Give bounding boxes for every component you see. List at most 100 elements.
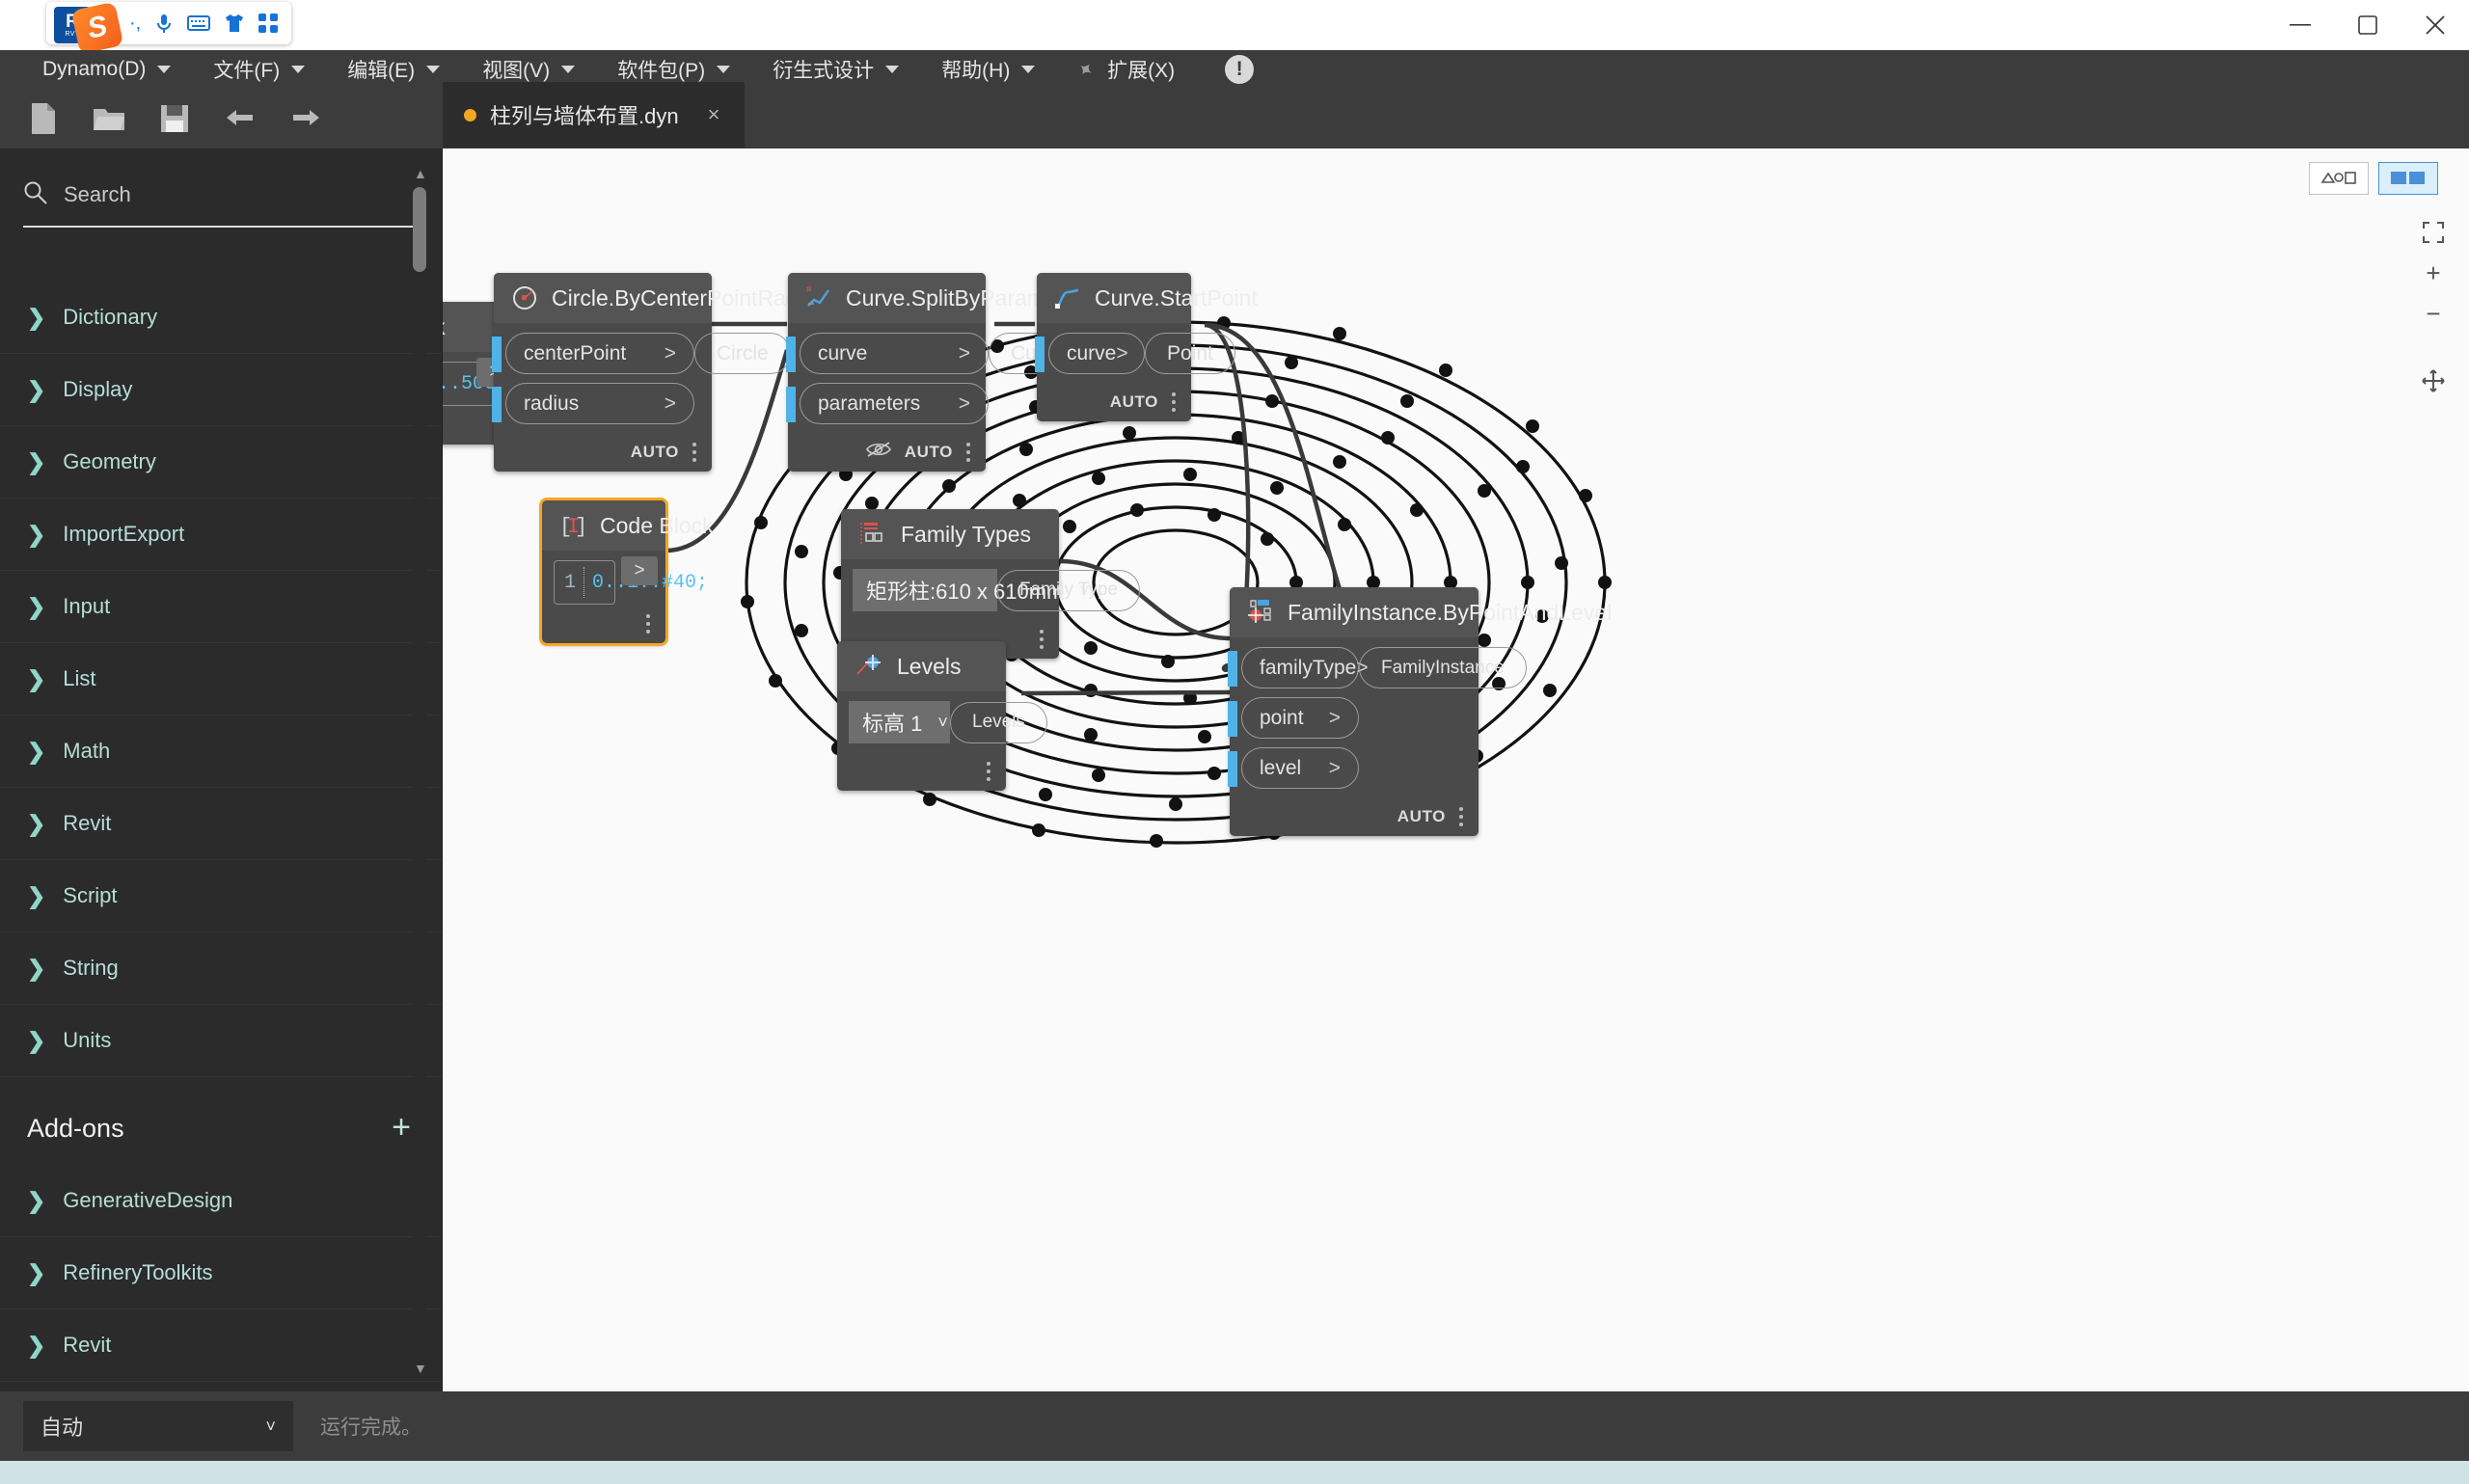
port-expand-icon[interactable]: > <box>959 392 970 416</box>
port-expand-icon[interactable]: > <box>1329 757 1341 780</box>
split-view-toggle[interactable] <box>2378 162 2438 195</box>
sidebar-item-refinerytoolkits[interactable]: ❯ RefineryToolkits <box>0 1237 442 1309</box>
port-expand-icon[interactable]: > <box>1116 342 1127 365</box>
save-icon[interactable] <box>158 102 191 135</box>
menu-file[interactable]: 文件(F) <box>192 50 326 89</box>
port-connector[interactable] <box>492 387 502 422</box>
sidebar-item-addon-revit[interactable]: ❯ Revit <box>0 1309 442 1382</box>
input-port-level[interactable]: level > <box>1228 747 1359 789</box>
scrollbar-thumb[interactable] <box>413 187 426 272</box>
pan-icon[interactable] <box>2413 361 2454 401</box>
sidebar-item-list[interactable]: ❯ List <box>0 643 442 715</box>
sidebar-item-units[interactable]: ❯ Units <box>0 1005 442 1077</box>
sidebar-item-revit[interactable]: ❯ Revit <box>0 788 442 860</box>
node-code-block-2[interactable]: [I] Code Block 1 0..1..#40; > <box>542 500 714 643</box>
close-icon[interactable] <box>2401 0 2469 50</box>
input-port-parameters[interactable]: parameters > <box>786 383 989 424</box>
sidebar-item-generativedesign[interactable]: ❯ GenerativeDesign <box>0 1165 442 1237</box>
redo-icon[interactable] <box>289 102 322 135</box>
menu-dynamo[interactable]: Dynamo(D) <box>21 50 192 89</box>
code-block-editor[interactable]: 1 0..1..#40; <box>554 560 708 605</box>
node-circle-by-center-point-radius[interactable]: Circle.ByCenterPointRadius centerPoint >… <box>492 273 827 472</box>
graph-tab[interactable]: 柱列与墙体布置.dyn × <box>443 82 746 148</box>
node-header[interactable]: Circle.ByCenterPointRadius <box>494 273 827 323</box>
menu-extensions[interactable]: ✦ 扩展(X) <box>1056 50 1196 89</box>
input-port-radius[interactable]: radius > <box>492 383 694 424</box>
node-menu-icon[interactable] <box>1040 630 1044 649</box>
node-menu-icon[interactable] <box>1172 392 1176 412</box>
search-row[interactable]: Search <box>0 148 442 220</box>
port-connector[interactable] <box>492 337 502 372</box>
menu-edit[interactable]: 编辑(E) <box>326 50 461 89</box>
node-menu-icon[interactable] <box>692 443 696 462</box>
node-header[interactable]: FamilyInstance.ByPointAndLevel <box>1230 587 1612 637</box>
undo-icon[interactable] <box>224 102 257 135</box>
menu-generative-design[interactable]: 衍生式设计 <box>751 50 920 89</box>
sidebar-item-dictionary[interactable]: ❯ Dictionary <box>0 282 442 354</box>
port-connector[interactable] <box>1228 751 1237 787</box>
port-expand-icon[interactable]: > <box>1329 707 1341 730</box>
node-family-types[interactable]: Family Types 矩形柱:610 x 610mm ˅ Family Ty… <box>841 509 1141 659</box>
graph-view-toggle[interactable] <box>2309 162 2369 195</box>
keyboard-icon[interactable] <box>187 14 211 32</box>
minimize-icon[interactable] <box>2266 0 2334 50</box>
port-connector[interactable] <box>1035 337 1045 372</box>
input-port-point[interactable]: point > <box>1228 697 1359 739</box>
node-header[interactable]: Family Types <box>841 509 1059 559</box>
menu-help[interactable]: 帮助(H) <box>920 50 1056 89</box>
search-input[interactable]: Search <box>64 182 131 207</box>
add-package-icon[interactable]: + <box>392 1095 411 1147</box>
output-port-family-type[interactable]: Family Type <box>997 569 1141 611</box>
node-curve-start-point[interactable]: Curve.StartPoint curve > Point AUTO <box>1035 273 1258 421</box>
family-type-dropdown[interactable]: 矩形柱:610 x 610mm ˅ <box>853 569 1090 611</box>
zoom-in-icon[interactable]: + <box>2413 253 2454 293</box>
new-file-icon[interactable] <box>27 102 60 135</box>
notification-badge[interactable]: ! <box>1225 55 1255 84</box>
output-port-levels[interactable]: Levels <box>950 701 1047 743</box>
node-family-instance-by-point-and-level[interactable]: FamilyInstance.ByPointAndLevel familyTyp… <box>1228 587 1612 836</box>
node-levels[interactable]: Levels 标高 1 ˅ Levels <box>837 641 1047 791</box>
port-expand-icon[interactable]: > <box>665 342 676 365</box>
port-connector[interactable] <box>1228 701 1237 737</box>
input-port-curve[interactable]: curve > <box>786 333 989 374</box>
node-header[interactable]: # Curve.SplitByParameter <box>788 273 1084 323</box>
port-expand-icon[interactable]: > <box>959 342 970 365</box>
node-menu-icon[interactable] <box>646 614 650 634</box>
sidebar-item-display[interactable]: ❯ Display <box>0 354 442 426</box>
open-folder-icon[interactable] <box>93 102 125 135</box>
sidebar-item-input[interactable]: ❯ Input <box>0 571 442 643</box>
port-expand-icon[interactable]: > <box>665 392 676 416</box>
node-header[interactable]: Curve.StartPoint <box>1037 273 1258 323</box>
output-port-point[interactable]: Point <box>1145 333 1235 374</box>
level-dropdown[interactable]: 标高 1 ˅ <box>849 701 950 743</box>
ime-punctuation-toggle[interactable]: ·, <box>129 13 141 35</box>
maximize-icon[interactable] <box>2334 0 2401 50</box>
preview-off-icon[interactable] <box>865 441 891 464</box>
node-menu-icon[interactable] <box>1459 807 1463 826</box>
run-mode-dropdown[interactable]: 自动 ˅ <box>23 1401 293 1451</box>
node-menu-icon[interactable] <box>987 762 990 781</box>
scroll-down-icon[interactable]: ▼ <box>414 1361 427 1376</box>
sidebar-item-script[interactable]: ❯ Script <box>0 860 442 932</box>
apps-icon[interactable] <box>258 13 279 33</box>
graph-canvas[interactable]: + − [I] Code Block 1 50000..#10..5000; > <box>443 148 2469 1391</box>
node-header[interactable]: [I] Code Block <box>542 500 714 551</box>
sidebar-item-string[interactable]: ❯ String <box>0 932 442 1005</box>
input-port-familytype[interactable]: familyType > <box>1228 647 1369 688</box>
input-port-curve[interactable]: curve > <box>1035 333 1145 374</box>
fit-to-screen-icon[interactable] <box>2413 212 2454 253</box>
code-block-output-port[interactable]: > <box>621 556 658 585</box>
port-connector[interactable] <box>786 337 796 372</box>
output-port-familyinstance[interactable]: FamilyInstance <box>1359 647 1527 688</box>
sidebar-item-math[interactable]: ❯ Math <box>0 715 442 788</box>
sidebar-item-geometry[interactable]: ❯ Geometry <box>0 426 442 499</box>
ime-toolbar[interactable]: R RVT S 英 ·, <box>46 1 292 55</box>
zoom-out-icon[interactable]: − <box>2413 293 2454 334</box>
sidebar-item-importexport[interactable]: ❯ ImportExport <box>0 499 442 571</box>
scroll-up-icon[interactable]: ▲ <box>414 166 427 181</box>
input-port-centerpoint[interactable]: centerPoint > <box>492 333 694 374</box>
port-connector[interactable] <box>786 387 796 422</box>
output-port-circle[interactable]: Circle <box>694 333 791 374</box>
library-scrollbar[interactable]: ▲ ▼ <box>413 166 427 1376</box>
node-header[interactable]: Levels <box>837 641 1006 691</box>
